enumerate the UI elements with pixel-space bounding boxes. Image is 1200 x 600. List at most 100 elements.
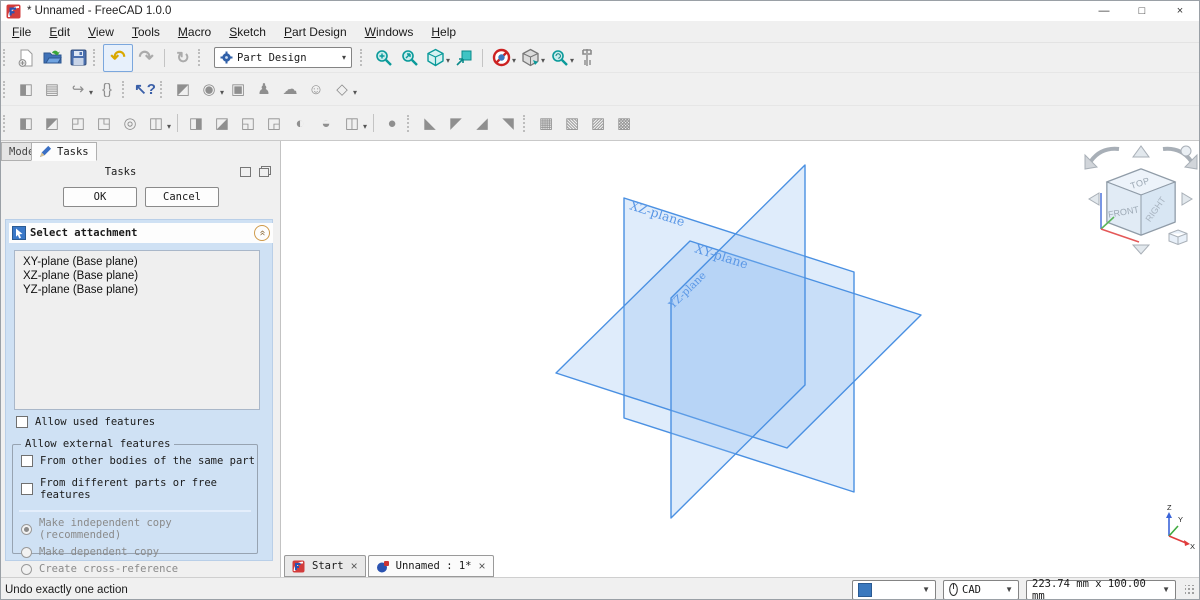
revolution-icon[interactable]: ◩ xyxy=(39,110,65,136)
workbench-selector[interactable]: Part Design ▾ xyxy=(214,47,352,68)
export-icon[interactable]: ↪ xyxy=(65,76,91,102)
menu-windows[interactable]: Windows xyxy=(356,23,423,41)
dock-icon[interactable] xyxy=(240,167,251,177)
independent-copy-radio[interactable] xyxy=(21,524,32,535)
tab-tasks[interactable]: Tasks xyxy=(31,142,97,161)
measure-icon[interactable] xyxy=(575,45,601,71)
tab-unnamed-document[interactable]: Unnamed : 1* × xyxy=(368,555,494,577)
subtractive-pipe-icon[interactable]: ◐ xyxy=(287,110,313,136)
diamond-icon[interactable]: ◇ xyxy=(329,76,355,102)
resize-grip[interactable] xyxy=(1185,585,1195,595)
dimension-dropdown[interactable]: 223.74 mm x 100.00 mm ▼ xyxy=(1026,580,1176,600)
arrow-up-icon[interactable] xyxy=(1133,146,1149,157)
toolbar-handle[interactable] xyxy=(198,49,204,66)
toolbar-handle[interactable] xyxy=(93,49,99,66)
toolbar-handle[interactable] xyxy=(160,81,166,98)
close-icon[interactable]: × xyxy=(478,559,485,573)
menu-tools[interactable]: Tools xyxy=(123,23,169,41)
shapes-icon[interactable]: ◉ xyxy=(196,76,222,102)
toolbar-handle[interactable] xyxy=(3,49,9,66)
arrow-down-icon[interactable] xyxy=(1133,245,1149,254)
draw-style-icon[interactable] xyxy=(517,45,543,71)
fillet-icon[interactable]: ◣ xyxy=(417,110,443,136)
menu-file[interactable]: File xyxy=(3,23,40,41)
new-file-icon[interactable] xyxy=(13,45,39,71)
chamfer-icon[interactable]: ◤ xyxy=(443,110,469,136)
toolbar-handle[interactable] xyxy=(3,115,9,132)
ok-button[interactable]: OK xyxy=(63,187,137,207)
person-icon[interactable]: ♟ xyxy=(251,76,277,102)
polar-pattern-icon[interactable]: ▨ xyxy=(585,110,611,136)
thickness-icon[interactable]: ◥ xyxy=(495,110,521,136)
zoom-selection-icon[interactable] xyxy=(546,45,572,71)
additive-helix-icon[interactable]: ◎ xyxy=(117,110,143,136)
toolbar-handle[interactable] xyxy=(3,81,9,98)
linear-pattern-icon[interactable]: ▦ xyxy=(533,110,559,136)
arrow-left-icon[interactable] xyxy=(1089,193,1099,205)
sphere-icon[interactable]: ● xyxy=(379,110,405,136)
chevron-down-icon[interactable]: ▾ xyxy=(363,122,367,131)
pad-icon[interactable]: ◧ xyxy=(13,110,39,136)
chevron-down-icon[interactable]: ▾ xyxy=(512,56,516,65)
list-item-xy-plane[interactable]: XY-plane (Base plane) xyxy=(15,255,259,269)
multitransform-icon[interactable]: ▩ xyxy=(611,110,637,136)
arrow-right-icon[interactable] xyxy=(1182,193,1192,205)
chevron-down-icon[interactable]: ▾ xyxy=(541,56,545,65)
fit-selection-icon[interactable] xyxy=(396,45,422,71)
solid-tool-icon[interactable]: ◧ xyxy=(13,76,39,102)
close-icon[interactable]: × xyxy=(351,559,358,573)
face-icon[interactable]: ☺ xyxy=(303,76,329,102)
chevron-down-icon[interactable]: ▾ xyxy=(220,88,224,97)
from-different-parts-checkbox[interactable] xyxy=(21,483,33,495)
clipping-plane-icon[interactable] xyxy=(488,45,514,71)
subtractive-loft-icon[interactable]: ◲ xyxy=(261,110,287,136)
menu-macro[interactable]: Macro xyxy=(169,23,220,41)
refresh-icon[interactable]: ↻ xyxy=(170,45,196,71)
groove-icon[interactable]: ◱ xyxy=(235,110,261,136)
subtractive-helix-icon[interactable]: ◒ xyxy=(313,110,339,136)
solid-tool-icon-2[interactable]: ◩ xyxy=(170,76,196,102)
isometric-view-icon[interactable] xyxy=(422,45,448,71)
save-icon[interactable] xyxy=(65,45,91,71)
hole-icon[interactable]: ◪ xyxy=(209,110,235,136)
redo-icon[interactable]: ↷ xyxy=(133,45,159,71)
close-button[interactable]: × xyxy=(1161,1,1199,21)
cross-reference-radio[interactable] xyxy=(21,564,32,575)
3d-scene[interactable]: XZ-plane XY-plane YZ-plane xyxy=(281,141,1200,552)
allow-used-features-checkbox[interactable] xyxy=(16,416,28,428)
undo-button[interactable]: ↶ xyxy=(103,44,133,72)
chevron-down-icon[interactable]: ▾ xyxy=(446,56,450,65)
minimize-button[interactable]: — xyxy=(1085,1,1123,21)
tab-start[interactable]: Start × xyxy=(284,555,366,577)
whats-this-icon[interactable]: ↖? xyxy=(132,76,158,102)
attachment-listbox[interactable]: XY-plane (Base plane) XZ-plane (Base pla… xyxy=(14,250,260,410)
open-file-icon[interactable] xyxy=(39,45,65,71)
rotate-left-arrow-icon[interactable] xyxy=(1091,149,1119,161)
box-select-icon[interactable]: ▣ xyxy=(225,76,251,102)
draft-icon[interactable]: ◢ xyxy=(469,110,495,136)
menu-view[interactable]: View xyxy=(79,23,123,41)
maximize-button[interactable]: □ xyxy=(1123,1,1161,21)
dependent-copy-radio[interactable] xyxy=(21,547,32,558)
toolbar-handle[interactable] xyxy=(360,49,366,66)
3d-viewport[interactable]: XZ-plane XY-plane YZ-plane xyxy=(281,141,1200,577)
list-item-yz-plane[interactable]: YZ-plane (Base plane) xyxy=(15,283,259,297)
list-item-xz-plane[interactable]: XZ-plane (Base plane) xyxy=(15,269,259,283)
pocket-icon[interactable]: ◨ xyxy=(183,110,209,136)
selection-style-dropdown[interactable]: ▼ xyxy=(852,580,936,600)
mini-cube-icon[interactable] xyxy=(1169,230,1187,245)
section-header[interactable]: Select attachment « xyxy=(9,223,273,243)
chevron-down-icon[interactable]: ▾ xyxy=(570,56,574,65)
mesh-icon[interactable]: ☁ xyxy=(277,76,303,102)
menu-part-design[interactable]: Part Design xyxy=(275,23,356,41)
menu-edit[interactable]: Edit xyxy=(40,23,79,41)
chevron-down-icon[interactable]: ▾ xyxy=(89,88,93,97)
collapse-button[interactable]: « xyxy=(254,225,270,241)
folder-icon[interactable]: ▤ xyxy=(39,76,65,102)
mirrored-icon[interactable]: ▧ xyxy=(559,110,585,136)
additive-pipe-icon[interactable]: ◳ xyxy=(91,110,117,136)
cancel-button[interactable]: Cancel xyxy=(145,187,219,207)
toolbar-handle[interactable] xyxy=(407,115,413,132)
chevron-down-icon[interactable]: ▾ xyxy=(167,122,171,131)
additive-primitive-icon[interactable]: ◫ xyxy=(143,110,169,136)
